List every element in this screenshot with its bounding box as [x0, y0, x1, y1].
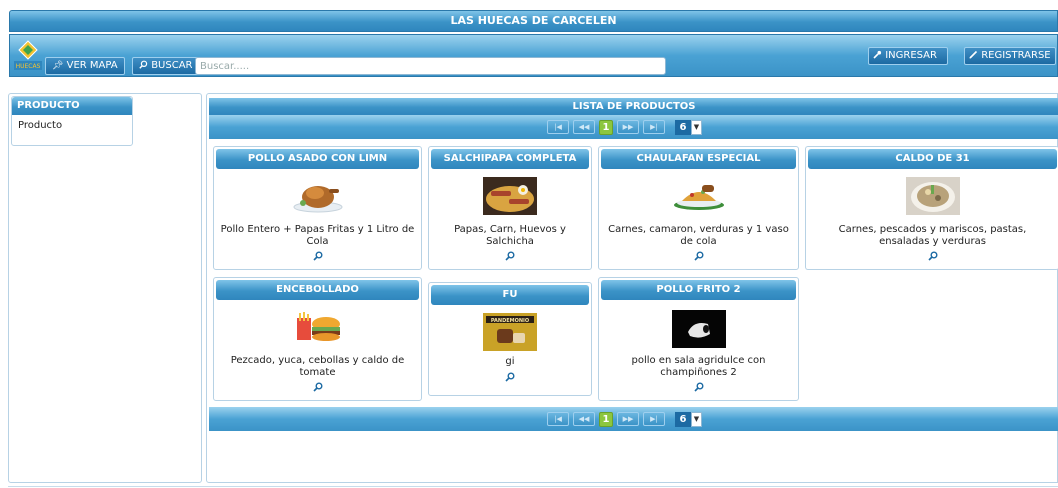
pin-icon: 📌︎ [52, 61, 64, 71]
page-size-select[interactable]: 6 ▼ [675, 411, 702, 427]
magnifier-icon[interactable] [505, 251, 515, 261]
magnifier-icon[interactable] [927, 251, 938, 261]
product-card[interactable]: POLLO ASADO CON LIMN Pollo Entero + Papa… [213, 146, 422, 270]
pagination: |◀ ◀◀ 1 ▶▶ ▶| 6 ▼ [547, 119, 702, 135]
product-description: Pollo Entero + Papas Fritas y 1 Litro de… [220, 224, 415, 247]
pager-bottom: |◀ ◀◀ 1 ▶▶ ▶| 6 ▼ [209, 407, 1058, 431]
product-card[interactable]: POLLO FRITO 2 pollo en sala agridulce co… [598, 277, 799, 401]
dark-photo-image [671, 310, 726, 351]
product-description: Carnes, pescados y mariscos, pastas, ens… [838, 224, 1027, 247]
view-map-label: VER MAPA [66, 60, 118, 71]
product-description: gi [505, 356, 515, 367]
product-title: ENCEBOLLADO [216, 280, 419, 300]
page-size-value: 6 [675, 411, 691, 427]
app-title: LAS HUECAS DE CARCELEN [9, 10, 1058, 32]
toolbar: HUECAS 📌︎ VER MAPA BUSCAR INGRESAR REGIS… [9, 34, 1058, 77]
pager-top: |◀ ◀◀ 1 ▶▶ ▶| 6 ▼ [209, 115, 1058, 139]
page-size-select[interactable]: 6 ▼ [675, 119, 702, 135]
burger-fries-image [291, 310, 345, 347]
product-card[interactable]: ENCEBOLLADO Pezcado, yuca, cebollas y ca… [213, 277, 422, 401]
first-page-button[interactable]: |◀ [547, 412, 569, 426]
product-description: Carnes, camaron, verduras y 1 vaso de co… [608, 224, 789, 247]
product-description: Papas, Carn, Huevos y Salchicha [454, 224, 566, 247]
next-page-button[interactable]: ▶▶ [617, 120, 639, 134]
register-button[interactable]: REGISTRARSE [964, 47, 1056, 65]
footer-divider [8, 486, 1058, 487]
first-page-button[interactable]: |◀ [547, 120, 569, 134]
pandemonio-logo-text: PANDEMONIO [491, 318, 529, 324]
sidebar-panel: PRODUCTO Producto [8, 93, 202, 483]
prev-page-button[interactable]: ◀◀ [573, 120, 595, 134]
product-title: SALCHIPAPA COMPLETA [431, 149, 589, 169]
search-button-label: BUSCAR [151, 60, 193, 71]
search-button[interactable]: BUSCAR [132, 57, 200, 75]
app-window: LAS HUECAS DE CARCELEN HUECAS 📌︎ VER MAP… [0, 0, 1058, 488]
product-description: Pezcado, yuca, cebollas y caldo de tomat… [230, 355, 405, 378]
product-title: CHAULAFAN ESPECIAL [601, 149, 796, 169]
pencil-icon [969, 50, 981, 61]
view-map-button[interactable]: 📌︎ VER MAPA [45, 57, 125, 75]
pandemonio-image: PANDEMONIO [483, 313, 537, 354]
magnifier-icon[interactable] [693, 251, 704, 261]
product-title: POLLO FRITO 2 [601, 280, 796, 300]
login-button[interactable]: INGRESAR [868, 47, 948, 65]
current-page[interactable]: 1 [599, 119, 613, 135]
category-box: PRODUCTO Producto [11, 96, 133, 146]
pagination: |◀ ◀◀ 1 ▶▶ ▶| 6 ▼ [547, 411, 702, 427]
next-page-button[interactable]: ▶▶ [617, 412, 639, 426]
product-title: POLLO ASADO CON LIMN [216, 149, 419, 169]
product-card[interactable]: FU PANDEMONIO gi [428, 282, 592, 396]
product-card[interactable]: SALCHIPAPA COMPLETA Papas, Carn, Huevos … [428, 146, 592, 270]
chevron-down-icon: ▼ [691, 119, 702, 135]
key-icon [873, 50, 885, 61]
roast-chicken-image [291, 177, 345, 216]
chaulafan-image [672, 179, 726, 216]
magnifier-icon[interactable] [312, 251, 323, 261]
product-card[interactable]: CHAULAFAN ESPECIAL Carnes, camaron, verd… [598, 146, 799, 270]
last-page-button[interactable]: ▶| [643, 412, 665, 426]
chevron-down-icon: ▼ [691, 411, 702, 427]
sidebar-item-producto[interactable]: Producto [12, 115, 132, 136]
product-description: pollo en sala agridulce con champiñones … [631, 355, 766, 378]
prev-page-button[interactable]: ◀◀ [573, 412, 595, 426]
category-heading: PRODUCTO [12, 97, 132, 115]
search-input[interactable] [195, 57, 666, 75]
logo-text: HUECAS [16, 63, 41, 70]
current-page[interactable]: 1 [599, 411, 613, 427]
product-card[interactable]: CALDO DE 31 Carnes, pescados y mariscos,… [805, 146, 1058, 270]
magnifier-icon[interactable] [505, 372, 515, 382]
salchipapa-image [483, 177, 537, 218]
last-page-button[interactable]: ▶| [643, 120, 665, 134]
page-size-value: 6 [675, 119, 691, 135]
soup-bowl-image [905, 177, 960, 218]
login-label: INGRESAR [885, 50, 937, 61]
product-title: CALDO DE 31 [808, 149, 1057, 169]
register-label: REGISTRARSE [981, 50, 1051, 61]
product-title: FU [431, 285, 589, 305]
logo: HUECAS [12, 39, 44, 73]
magnifier-icon[interactable] [693, 382, 704, 392]
search-icon [139, 60, 151, 71]
product-list-panel: LISTA DE PRODUCTOS |◀ ◀◀ 1 ▶▶ ▶| 6 ▼ POL… [206, 93, 1058, 483]
magnifier-icon[interactable] [312, 382, 323, 392]
list-heading: LISTA DE PRODUCTOS [209, 98, 1058, 115]
